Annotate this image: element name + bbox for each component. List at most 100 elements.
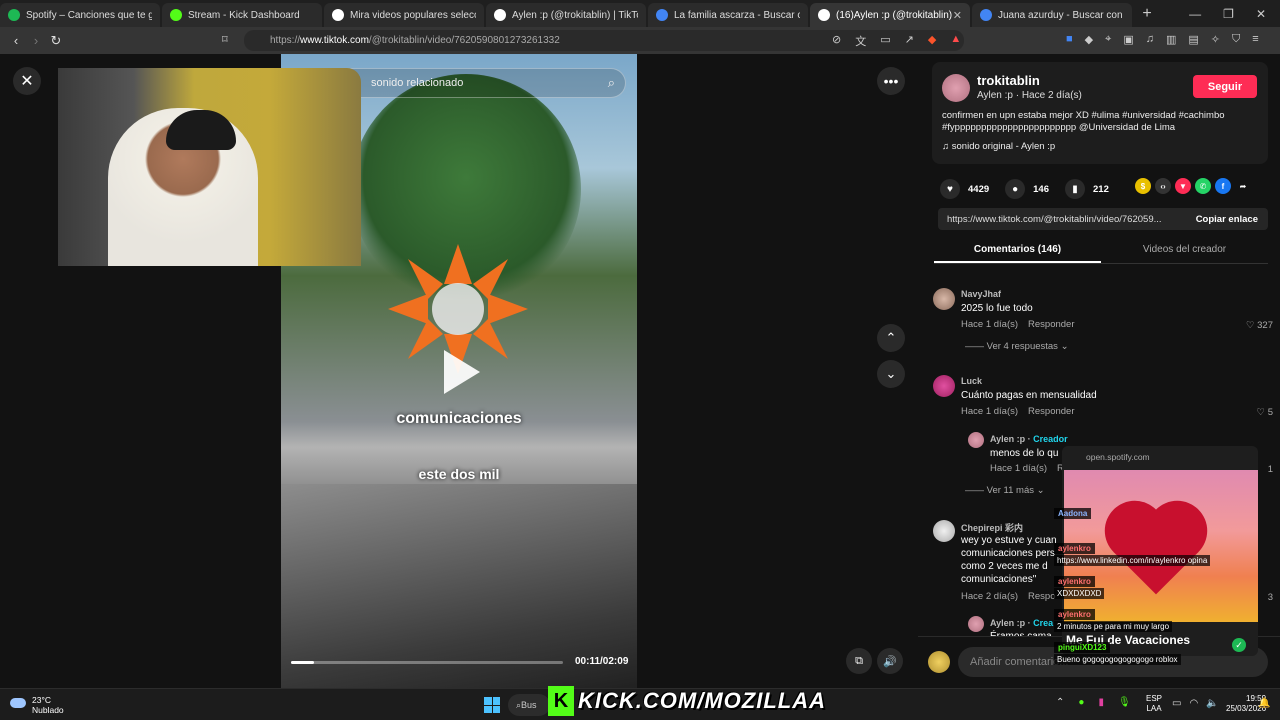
avatar[interactable] bbox=[968, 616, 984, 632]
avatar[interactable] bbox=[942, 74, 970, 102]
taskbar-search-label: Bus bbox=[521, 700, 537, 710]
close-button[interactable]: ✕ bbox=[13, 67, 41, 95]
vpn-icon[interactable]: ⛉ bbox=[1232, 33, 1240, 46]
comment-author[interactable]: Luck bbox=[961, 376, 982, 386]
reload-icon[interactable]: ↻ bbox=[46, 33, 66, 49]
forward-icon[interactable]: › bbox=[26, 33, 46, 48]
brave-shield-icon[interactable]: ◆ bbox=[928, 33, 936, 49]
windows-start-icon[interactable] bbox=[484, 697, 500, 713]
avatar[interactable] bbox=[933, 288, 955, 310]
browser-tab[interactable]: (16)Aylen :p (@trokitablin) | TikT✕ bbox=[810, 3, 970, 27]
minimize-icon[interactable]: — bbox=[1189, 7, 1201, 21]
music-icon[interactable]: ♫ bbox=[1146, 33, 1154, 46]
url-domain: www.tiktok.com bbox=[300, 35, 369, 46]
share-arrow-icon[interactable]: ➦ bbox=[1235, 178, 1251, 194]
view-more-button[interactable]: —— Ver 11 más ⌄ bbox=[965, 485, 1045, 496]
close-window-icon[interactable]: ✕ bbox=[1256, 7, 1266, 21]
browser-tab[interactable]: Aylen :p (@trokitablin) | TikTok bbox=[486, 3, 646, 27]
ai-icon[interactable]: ✧ bbox=[1211, 33, 1220, 46]
browser-tab[interactable]: Mira videos populares seleccionado bbox=[324, 3, 484, 27]
browser-tab[interactable]: Spotify – Canciones que te gusta bbox=[0, 3, 160, 27]
view-replies-button[interactable]: —— Ver 4 respuestas ⌄ bbox=[965, 341, 1069, 352]
avatar[interactable] bbox=[933, 520, 955, 542]
tray-app-icon[interactable]: ● bbox=[1078, 697, 1084, 708]
creator-username[interactable]: trokitablin bbox=[977, 73, 1040, 88]
reply-button[interactable]: Responder bbox=[1028, 406, 1074, 417]
ext-icon-2[interactable]: ⌖ bbox=[1105, 33, 1111, 46]
play-icon[interactable] bbox=[444, 350, 480, 394]
bookmark-save-icon[interactable]: ▮ bbox=[1065, 179, 1085, 199]
facebook-icon[interactable]: f bbox=[1215, 178, 1231, 194]
no-video-icon[interactable]: ⊘ bbox=[832, 33, 841, 49]
back-icon[interactable]: ‹ bbox=[6, 33, 26, 48]
saved-check-icon[interactable]: ✓ bbox=[1232, 638, 1246, 652]
comment-author[interactable]: Aylen :p · Creador bbox=[990, 434, 1068, 444]
weather-widget[interactable]: 23°C Nublado bbox=[10, 695, 64, 715]
bookmark-icon[interactable]: ⌑ bbox=[222, 33, 228, 46]
chat-user: aylenkro bbox=[1054, 543, 1095, 554]
wallet-icon[interactable]: ▤ bbox=[1188, 33, 1198, 46]
sidebar-icon[interactable]: ▥ bbox=[1166, 33, 1176, 46]
close-tab-icon[interactable]: ✕ bbox=[953, 9, 962, 22]
search-icon[interactable]: ⌕ bbox=[608, 75, 615, 91]
microphone-icon[interactable]: 🎙 bbox=[1118, 697, 1131, 708]
volume-button[interactable]: 🔊 bbox=[877, 648, 903, 674]
embed-icon[interactable]: ‹› bbox=[1155, 178, 1171, 194]
rewards-icon[interactable]: ▲ bbox=[950, 33, 961, 49]
comment-like[interactable]: 1 bbox=[1268, 464, 1273, 475]
notification-icon[interactable]: 🔔 bbox=[1258, 698, 1270, 709]
avatar[interactable] bbox=[933, 375, 955, 397]
chevron-up-icon[interactable]: ⌃ bbox=[1056, 697, 1064, 708]
translate-icon[interactable]: 文 bbox=[855, 33, 866, 49]
taskbar-search[interactable]: ⌕ Bus bbox=[508, 694, 550, 716]
comment-like[interactable]: ♡ 5 bbox=[1257, 407, 1273, 418]
tab-creator-videos[interactable]: Videos del creador bbox=[1101, 238, 1268, 263]
heart-outline-icon: ♡ bbox=[1256, 407, 1268, 418]
follow-button[interactable]: Seguir bbox=[1193, 75, 1257, 98]
previous-video-button[interactable]: ⌃ bbox=[877, 324, 905, 352]
comment-author[interactable]: Chepirepi 彩内 bbox=[961, 521, 1023, 534]
comment-icon[interactable]: ● bbox=[1005, 179, 1026, 199]
reply-button[interactable]: Responder bbox=[1028, 319, 1074, 330]
post-music[interactable]: ♫ sonido original - Aylen :p bbox=[942, 141, 1055, 152]
comment-like-count: 327 bbox=[1257, 320, 1273, 331]
comment-time: Hace 1 día(s) bbox=[990, 463, 1048, 474]
video-progress-bar[interactable] bbox=[291, 661, 563, 664]
comment-author[interactable]: Aylen :p · Crea bbox=[990, 618, 1053, 628]
share-icon[interactable]: ↗ bbox=[905, 33, 914, 49]
status-icons[interactable]: ▭ ◠ 🔈 bbox=[1172, 698, 1219, 709]
reply-author-name: Aylen :p bbox=[990, 618, 1026, 628]
chat-user: Aadona bbox=[1054, 508, 1092, 519]
coin-icon[interactable]: $ bbox=[1135, 178, 1151, 194]
browser-tab[interactable]: La familia ascarza - Buscar con Goog bbox=[648, 3, 808, 27]
save-count: 212 bbox=[1093, 183, 1109, 195]
browser-tab[interactable]: Stream - Kick Dashboard bbox=[162, 3, 322, 27]
comment-time: Hace 1 día(s) bbox=[961, 406, 1019, 417]
related-search-text: sonido relacionado bbox=[371, 77, 464, 89]
translate-ext-icon[interactable]: ■ bbox=[1066, 33, 1073, 46]
next-video-button[interactable]: ⌄ bbox=[877, 360, 905, 388]
maximize-icon[interactable]: ❐ bbox=[1223, 7, 1234, 21]
reader-icon[interactable]: ▭ bbox=[880, 33, 890, 49]
browser-tab[interactable]: Juana azurduy - Buscar con Google bbox=[972, 3, 1132, 27]
ext-icon[interactable]: ◆ bbox=[1085, 33, 1093, 46]
more-options-button[interactable]: ••• bbox=[877, 67, 905, 95]
new-tab-button[interactable]: + bbox=[1136, 3, 1158, 25]
music-note-icon: ♫ bbox=[942, 141, 952, 152]
whatsapp-icon[interactable]: ✆ bbox=[1195, 178, 1211, 194]
reply-button[interactable]: Respo bbox=[1028, 591, 1055, 602]
tab-comments[interactable]: Comentarios (146) bbox=[934, 238, 1101, 263]
comment-like[interactable]: ♡ 327 bbox=[1246, 320, 1273, 331]
avatar[interactable] bbox=[968, 432, 984, 448]
comment-author[interactable]: NavyJhaf bbox=[961, 289, 1001, 299]
comment-like-count[interactable]: 3 bbox=[1268, 592, 1273, 603]
pip-button[interactable]: ⧉ bbox=[846, 648, 872, 674]
google-icon bbox=[656, 9, 668, 21]
tray-app-icon-2[interactable]: ▮ bbox=[1098, 697, 1104, 708]
repost-icon[interactable]: ▼ bbox=[1175, 178, 1191, 194]
copy-link-button[interactable]: Copiar enlace bbox=[1196, 214, 1258, 225]
ext-icon-3[interactable]: ▣ bbox=[1123, 33, 1133, 46]
language-indicator[interactable]: ESP LAA bbox=[1146, 694, 1162, 714]
menu-icon[interactable]: ≡ bbox=[1252, 33, 1258, 46]
like-icon[interactable]: ♥ bbox=[940, 179, 960, 199]
